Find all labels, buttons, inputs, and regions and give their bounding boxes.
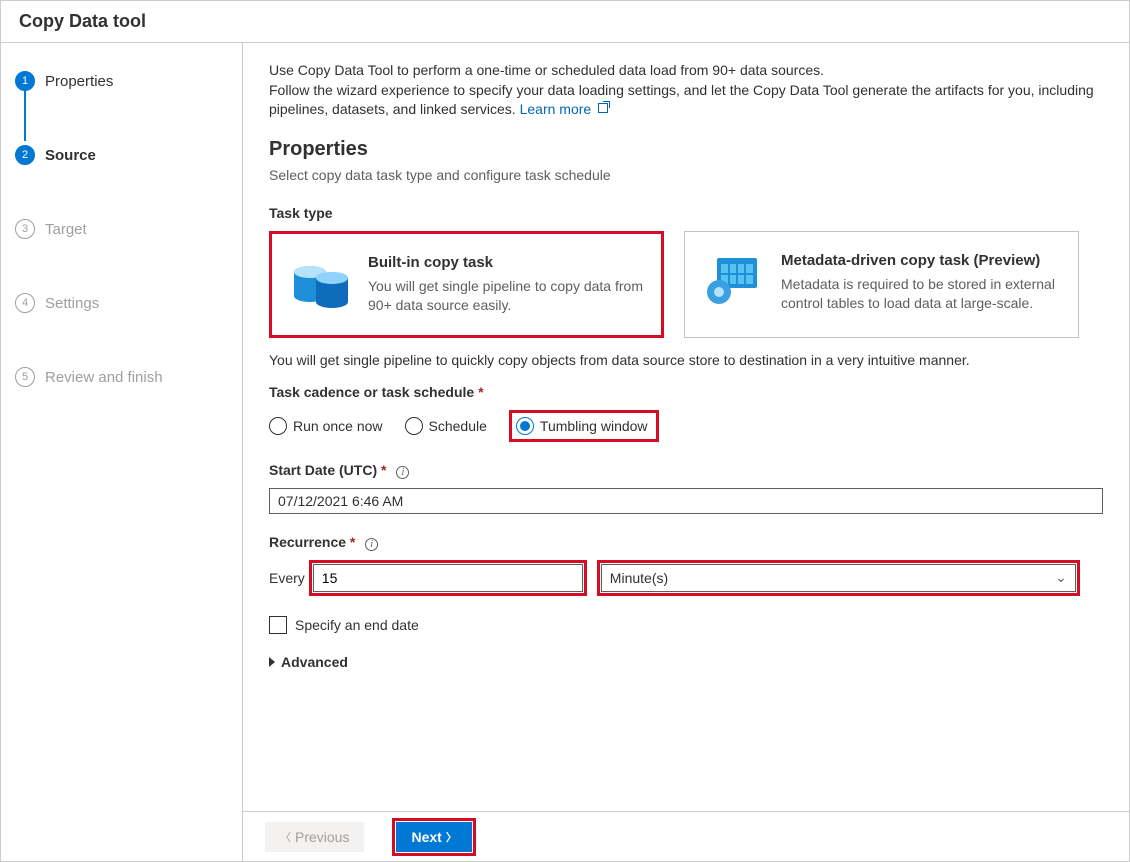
step-connector bbox=[24, 87, 26, 141]
start-date-label: Start Date (UTC) bbox=[269, 462, 386, 478]
cadence-label: Task cadence or task schedule bbox=[269, 384, 1103, 400]
chevron-left-icon: 〈 bbox=[280, 829, 291, 845]
step-label: Target bbox=[45, 221, 87, 238]
step-number: 4 bbox=[15, 293, 35, 313]
previous-button[interactable]: 〈 Previous bbox=[265, 822, 364, 852]
step-label: Settings bbox=[45, 295, 99, 312]
step-label: Review and finish bbox=[45, 369, 163, 386]
step-label: Properties bbox=[45, 73, 113, 90]
page-heading: Properties bbox=[269, 138, 1103, 161]
recurrence-prefix: Every bbox=[269, 570, 305, 586]
step-number: 3 bbox=[15, 219, 35, 239]
card-metadata-copy[interactable]: Metadata-driven copy task (Preview) Meta… bbox=[684, 231, 1079, 338]
card-title: Metadata-driven copy task (Preview) bbox=[781, 252, 1060, 269]
learn-more-link[interactable]: Learn more bbox=[520, 101, 608, 117]
step-source[interactable]: 2 Source bbox=[15, 141, 242, 169]
card-title: Built-in copy task bbox=[368, 254, 643, 271]
recurrence-label: Recurrence bbox=[269, 534, 355, 550]
caret-right-icon bbox=[269, 657, 275, 667]
intro-text: Use Copy Data Tool to perform a one-time… bbox=[269, 61, 1103, 120]
info-icon[interactable]: i bbox=[396, 466, 409, 479]
recurrence-unit-select[interactable]: Minute(s) ⌄ bbox=[601, 564, 1076, 592]
radio-tumbling-window[interactable]: Tumbling window bbox=[516, 417, 648, 435]
step-number: 2 bbox=[15, 145, 35, 165]
wizard-steps: 1 Properties 2 Source 3 Target 4 Setting… bbox=[1, 43, 243, 861]
task-type-hint: You will get single pipeline to quickly … bbox=[269, 352, 1103, 368]
metadata-icon bbox=[701, 252, 765, 310]
next-button[interactable]: Next 〉 bbox=[396, 822, 471, 852]
chevron-down-icon: ⌄ bbox=[1055, 569, 1067, 586]
step-target[interactable]: 3 Target bbox=[15, 215, 242, 243]
step-label: Source bbox=[45, 147, 96, 164]
card-desc: Metadata is required to be stored in ext… bbox=[781, 275, 1060, 313]
step-properties[interactable]: 1 Properties bbox=[15, 67, 242, 95]
card-desc: You will get single pipeline to copy dat… bbox=[368, 277, 643, 315]
advanced-toggle[interactable]: Advanced bbox=[269, 654, 1103, 670]
recurrence-value-input[interactable] bbox=[313, 564, 583, 592]
end-date-checkbox[interactable] bbox=[269, 616, 287, 634]
task-type-label: Task type bbox=[269, 205, 1103, 221]
card-builtin-copy[interactable]: Built-in copy task You will get single p… bbox=[269, 231, 664, 338]
step-settings[interactable]: 4 Settings bbox=[15, 289, 242, 317]
start-date-input[interactable] bbox=[269, 488, 1103, 514]
step-number: 1 bbox=[15, 71, 35, 91]
radio-schedule[interactable]: Schedule bbox=[405, 417, 487, 435]
step-number: 5 bbox=[15, 367, 35, 387]
radio-run-once[interactable]: Run once now bbox=[269, 417, 383, 435]
info-icon[interactable]: i bbox=[365, 538, 378, 551]
end-date-label: Specify an end date bbox=[295, 617, 419, 633]
step-review[interactable]: 5 Review and finish bbox=[15, 363, 242, 391]
external-link-icon bbox=[598, 103, 608, 113]
window-title: Copy Data tool bbox=[1, 1, 1129, 43]
page-subheading: Select copy data task type and configure… bbox=[269, 167, 1103, 183]
database-icon bbox=[288, 254, 352, 312]
chevron-right-icon: 〉 bbox=[446, 829, 457, 845]
